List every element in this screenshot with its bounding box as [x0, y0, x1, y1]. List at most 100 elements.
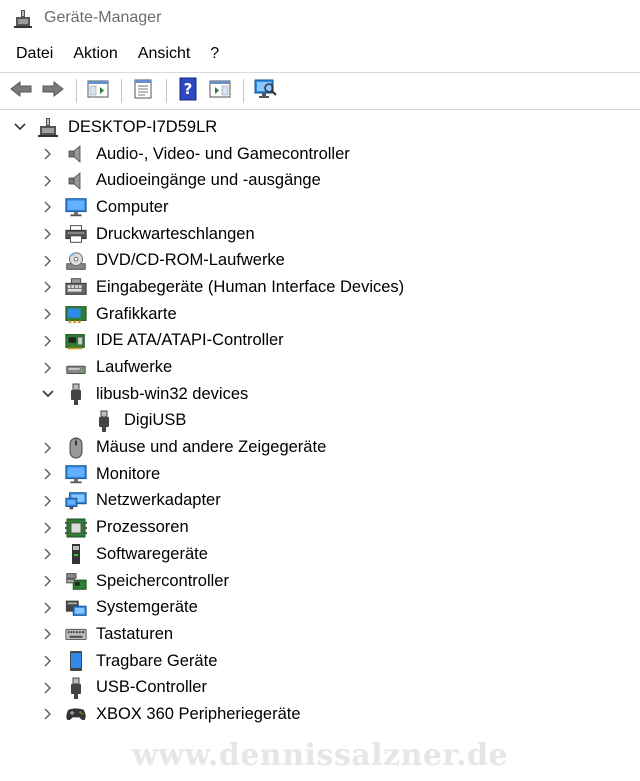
- forward-button[interactable]: [38, 76, 68, 106]
- tree-item-label: Mäuse und andere Zeigegeräte: [96, 438, 327, 457]
- menu-datei[interactable]: Datei: [6, 38, 63, 70]
- tree-category[interactable]: Tragbare Geräte: [0, 648, 640, 675]
- toolbar-separator: [121, 79, 122, 103]
- speaker-icon: [64, 143, 88, 165]
- chevron-right-icon[interactable]: [42, 628, 54, 640]
- tree-item-label: Prozessoren: [96, 518, 189, 537]
- tree-category[interactable]: DVD/CD-ROM-Laufwerke: [0, 247, 640, 274]
- help-button[interactable]: ?: [173, 76, 203, 106]
- tree-category[interactable]: USB-Controller: [0, 674, 640, 701]
- tree-item-label: Netzwerkadapter: [96, 491, 221, 510]
- tree-item-label: Speichercontroller: [96, 571, 229, 590]
- tree-item-label: Druckwarteschlangen: [96, 224, 255, 243]
- monitor-icon: [64, 463, 88, 485]
- title-bar: Geräte-Manager: [0, 0, 640, 36]
- tree-category[interactable]: Netzwerkadapter: [0, 488, 640, 515]
- menu-ansicht[interactable]: Ansicht: [128, 38, 200, 70]
- tree-item-label: Grafikkarte: [96, 304, 177, 323]
- menu-aktion[interactable]: Aktion: [63, 38, 127, 70]
- tree-item-label: DVD/CD-ROM-Laufwerke: [96, 251, 285, 270]
- toolbar-separator: [166, 79, 167, 103]
- tree-device[interactable]: DigiUSB: [0, 408, 640, 435]
- chevron-right-icon[interactable]: [42, 308, 54, 320]
- chevron-right-icon[interactable]: [42, 548, 54, 560]
- usb-plug-icon: [92, 410, 116, 432]
- show-action-pane-button[interactable]: [205, 76, 235, 106]
- chevron-right-icon[interactable]: [42, 255, 54, 267]
- printer-icon: [64, 223, 88, 245]
- properties-button[interactable]: [128, 76, 158, 106]
- chevron-right-icon[interactable]: [42, 148, 54, 160]
- toolbar-separator: [243, 79, 244, 103]
- tree-item-label: DESKTOP-I7D59LR: [68, 117, 218, 136]
- chevron-down-icon[interactable]: [42, 388, 54, 400]
- chevron-right-icon[interactable]: [42, 201, 54, 213]
- chevron-right-icon[interactable]: [42, 495, 54, 507]
- dvd-drive-icon: [64, 250, 88, 272]
- tree-category[interactable]: Audioeingänge und -ausgänge: [0, 167, 640, 194]
- chevron-right-icon[interactable]: [42, 468, 54, 480]
- chevron-right-icon[interactable]: [42, 602, 54, 614]
- tree-category[interactable]: Softwaregeräte: [0, 541, 640, 568]
- tree-category[interactable]: Laufwerke: [0, 354, 640, 381]
- keyboard-icon: [64, 623, 88, 645]
- arrow-left-icon: [9, 79, 33, 104]
- tree-category[interactable]: Prozessoren: [0, 514, 640, 541]
- chevron-right-icon[interactable]: [42, 655, 54, 667]
- tree-category[interactable]: Eingabegeräte (Human Interface Devices): [0, 274, 640, 301]
- chevron-right-icon[interactable]: [42, 708, 54, 720]
- tree-category[interactable]: Mäuse und andere Zeigegeräte: [0, 434, 640, 461]
- chevron-right-icon[interactable]: [42, 522, 54, 534]
- monitor-scan-icon: [252, 77, 278, 106]
- properties-sheet-icon: [132, 78, 154, 105]
- hid-icon: [64, 276, 88, 298]
- chevron-right-icon[interactable]: [42, 175, 54, 187]
- processor-icon: [64, 517, 88, 539]
- tree-category[interactable]: Druckwarteschlangen: [0, 221, 640, 248]
- disk-drive-icon: [64, 357, 88, 379]
- tree-category[interactable]: XBOX 360 Peripheriegeräte: [0, 701, 640, 728]
- back-button[interactable]: [6, 76, 36, 106]
- display-adapter-icon: [64, 303, 88, 325]
- tree-item-label: libusb-win32 devices: [96, 384, 249, 403]
- chevron-down-icon[interactable]: [14, 121, 26, 133]
- chevron-right-icon[interactable]: [42, 335, 54, 347]
- svg-text:?: ?: [184, 80, 193, 98]
- tree-category[interactable]: Grafikkarte: [0, 301, 640, 328]
- chevron-right-icon[interactable]: [42, 281, 54, 293]
- show-hide-console-tree-button[interactable]: [83, 76, 113, 106]
- tree-category[interactable]: Audio-, Video- und Gamecontroller: [0, 141, 640, 168]
- tree-category[interactable]: Speichercontroller: [0, 568, 640, 595]
- computer-network-icon: [36, 116, 60, 138]
- chevron-right-icon[interactable]: [42, 682, 54, 694]
- tree-category[interactable]: Computer: [0, 194, 640, 221]
- tree-item-label: Softwaregeräte: [96, 544, 208, 563]
- tree-category[interactable]: Monitore: [0, 461, 640, 488]
- watermark: www.dennissalzner.de: [131, 738, 509, 773]
- tree-category[interactable]: Systemgeräte: [0, 594, 640, 621]
- usb-plug-icon: [64, 383, 88, 406]
- device-manager-icon: [12, 7, 34, 29]
- chevron-right-icon[interactable]: [42, 228, 54, 240]
- tree-category[interactable]: IDE ATA/ATAPI-Controller: [0, 328, 640, 355]
- menu-bar: Datei Aktion Ansicht ?: [0, 38, 640, 70]
- software-device-icon: [64, 543, 88, 565]
- tree-category[interactable]: libusb-win32 devices: [0, 381, 640, 408]
- tree-root-computer[interactable]: DESKTOP-I7D59LR: [0, 114, 640, 141]
- tree-category[interactable]: Tastaturen: [0, 621, 640, 648]
- tree-item-label: Systemgeräte: [96, 598, 198, 617]
- menu-help[interactable]: ?: [200, 38, 229, 70]
- console-tree-icon: [86, 78, 110, 105]
- chevron-right-icon[interactable]: [42, 442, 54, 454]
- chevron-right-icon[interactable]: [42, 575, 54, 587]
- toolbar: ?: [0, 72, 640, 110]
- window-title: Geräte-Manager: [44, 9, 162, 26]
- network-adapter-icon: [64, 490, 88, 512]
- chevron-right-icon[interactable]: [42, 362, 54, 374]
- tree-item-label: DigiUSB: [124, 411, 187, 430]
- ide-controller-icon: [64, 330, 88, 352]
- mouse-icon: [64, 437, 88, 459]
- gamepad-icon: [64, 703, 88, 725]
- scan-hardware-button[interactable]: [250, 76, 280, 106]
- tree-item-label: Tragbare Geräte: [96, 651, 218, 670]
